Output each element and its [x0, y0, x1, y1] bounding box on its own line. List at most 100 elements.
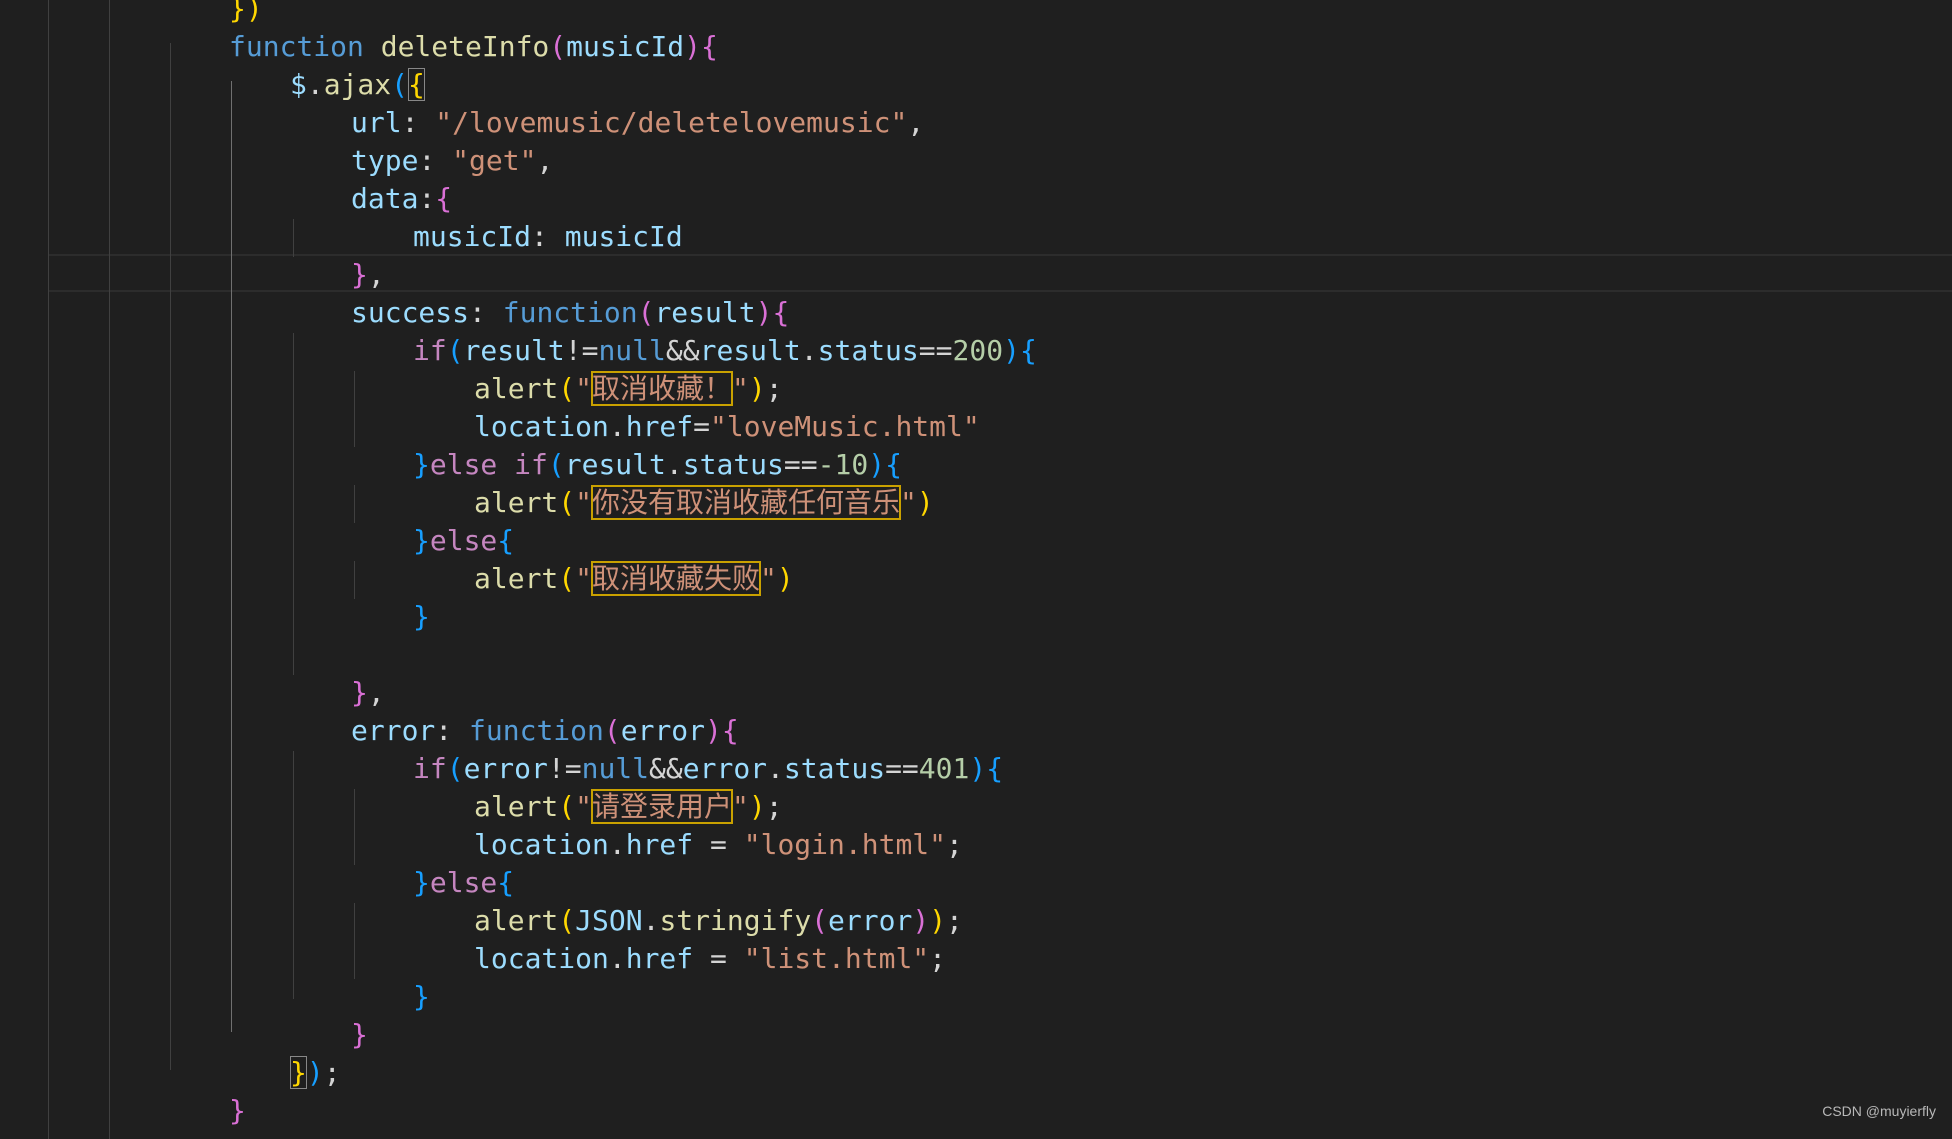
code-line[interactable]: }else if(result.status==-10){ — [413, 446, 902, 484]
code-token: && — [649, 752, 683, 785]
code-line[interactable]: if(result!=null&&result.status==200){ — [413, 332, 1037, 370]
code-line[interactable]: location.href="loveMusic.html" — [474, 408, 980, 446]
code-token: == — [783, 448, 818, 481]
code-token: else — [429, 866, 498, 899]
code-line[interactable]: }, — [351, 674, 385, 712]
code-line[interactable]: }); — [290, 1054, 341, 1092]
code-token: location — [474, 942, 609, 975]
code-editor[interactable]: }) function deleteInfo(musicId){$.ajax({u… — [0, 0, 1952, 1139]
code-token: ( — [558, 904, 576, 937]
code-token: if — [413, 752, 447, 785]
code-token: ) — [748, 372, 766, 405]
indent-guide — [293, 333, 294, 675]
code-token: result — [654, 296, 756, 329]
code-token: != — [564, 334, 599, 367]
code-line[interactable]: function deleteInfo(musicId){ — [229, 28, 718, 66]
code-token: == — [885, 752, 919, 785]
code-token: ) — [912, 904, 930, 937]
code-token: ; — [765, 372, 783, 405]
code-token: result — [463, 334, 565, 367]
code-token: "get" — [452, 144, 537, 177]
code-token: { — [885, 448, 902, 481]
code-token: function — [502, 296, 638, 329]
code-line[interactable]: } — [413, 598, 430, 636]
code-token: : — [401, 106, 436, 139]
code-token: { — [986, 752, 1004, 785]
code-line[interactable]: type: "get", — [351, 142, 553, 180]
code-token: , — [367, 676, 385, 709]
code-token: . — [800, 334, 818, 367]
code-line[interactable]: location.href = "login.html"; — [474, 826, 963, 864]
code-token: 401 — [918, 752, 970, 785]
code-token: } — [290, 1056, 307, 1089]
code-token: ) — [969, 752, 987, 785]
code-token: ) — [684, 30, 702, 63]
code-line[interactable]: }else{ — [413, 522, 514, 560]
code-line[interactable]: if(error!=null&&error.status==401){ — [413, 750, 1003, 788]
code-line[interactable]: success: function(result){ — [351, 294, 789, 332]
code-token: ( — [558, 486, 576, 519]
code-token: musicId — [413, 220, 532, 253]
code-token: ( — [547, 448, 565, 481]
code-token: { — [497, 524, 515, 557]
code-line[interactable]: } — [229, 1092, 246, 1130]
code-token: ( — [811, 904, 829, 937]
code-token: href — [625, 828, 694, 861]
code-token: } — [413, 980, 430, 1013]
code-token: " — [575, 562, 593, 595]
current-line-highlight — [48, 254, 1952, 292]
code-token: { — [772, 296, 790, 329]
code-token: } — [413, 600, 430, 633]
code-token: deleteInfo — [380, 30, 550, 63]
code-token: && — [665, 334, 700, 367]
indent-guide — [170, 43, 171, 1070]
code-line[interactable]: error: function(error){ — [351, 712, 739, 750]
code-line[interactable]: } — [351, 1016, 368, 1054]
code-token: ( — [603, 714, 621, 747]
code-token: ) — [705, 714, 722, 747]
code-token: error — [351, 714, 436, 747]
code-token: error — [463, 752, 548, 785]
code-token: $ — [290, 68, 307, 101]
code-token: data — [351, 182, 419, 215]
code-token: musicId — [566, 30, 685, 63]
code-token: ) — [748, 790, 766, 823]
code-token: else — [429, 524, 498, 557]
indent-guide — [293, 751, 294, 999]
code-line[interactable]: location.href = "list.html"; — [474, 940, 946, 978]
code-token: : — [418, 144, 453, 177]
code-line[interactable]: }, — [351, 256, 385, 294]
code-line[interactable]: musicId: musicId — [413, 218, 683, 256]
indent-guide — [293, 219, 294, 257]
code-line[interactable]: }) — [229, 0, 263, 28]
indent-guide — [354, 485, 355, 523]
code-token: ) — [868, 448, 886, 481]
code-line[interactable]: }else{ — [413, 864, 514, 902]
code-token: ) — [306, 1056, 324, 1089]
code-token: href — [625, 942, 694, 975]
highlighted-string: 请登录用户 — [591, 789, 734, 824]
code-line[interactable]: alert("请登录用户"); — [474, 788, 783, 826]
code-line[interactable]: $.ajax({ — [290, 66, 425, 104]
code-line[interactable]: alert("取消收藏！"); — [474, 370, 783, 408]
code-token: alert — [474, 372, 559, 405]
code-token: function — [469, 714, 604, 747]
code-token: error — [682, 752, 768, 785]
code-line[interactable]: alert(JSON.stringify(error)); — [474, 902, 963, 940]
code-token: result — [564, 448, 666, 481]
code-line[interactable]: alert("你没有取消收藏任何音乐") — [474, 484, 934, 522]
code-token: error — [828, 904, 913, 937]
code-line[interactable]: } — [413, 978, 430, 1016]
code-token: ) — [776, 562, 794, 595]
code-token: ( — [558, 562, 576, 595]
highlighted-string: 你没有取消收藏任何音乐 — [591, 485, 902, 520]
code-token: " — [575, 486, 593, 519]
code-token: ) — [1003, 334, 1020, 367]
code-line[interactable]: url: "/lovemusic/deletelovemusic", — [351, 104, 924, 142]
code-line[interactable]: alert("取消收藏失败") — [474, 560, 794, 598]
code-token: "login.html" — [743, 828, 947, 861]
code-line[interactable]: data:{ — [351, 180, 452, 218]
watermark: CSDN @muyierfly — [1822, 1103, 1936, 1119]
code-token: ; — [946, 904, 963, 937]
code-token: " — [575, 372, 593, 405]
